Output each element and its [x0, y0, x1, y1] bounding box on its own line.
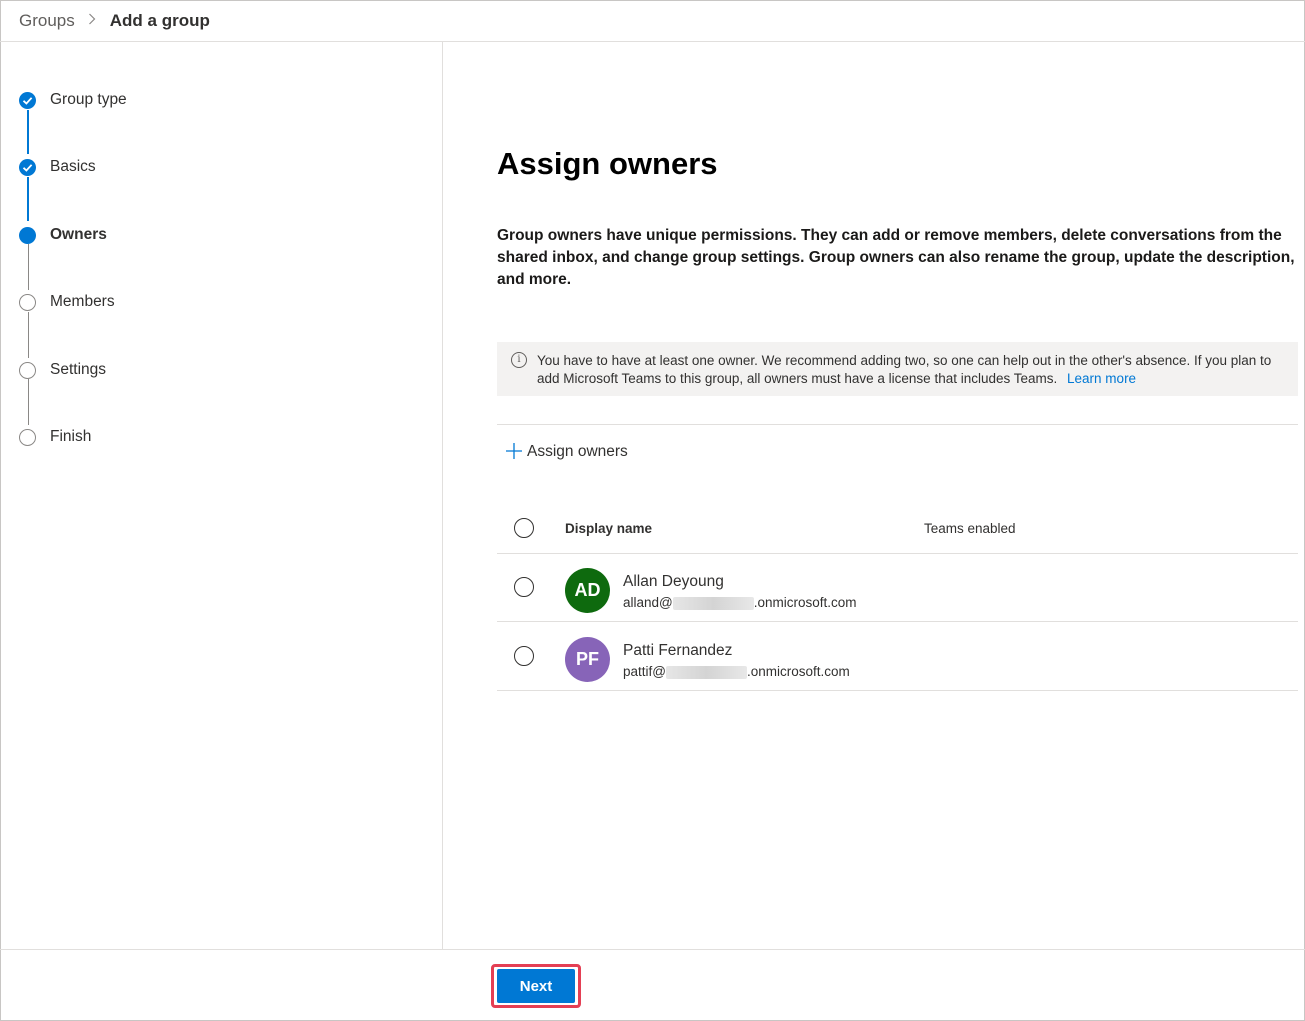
select-all-radio[interactable] — [514, 518, 534, 538]
main-content: Assign owners Group owners have unique p… — [444, 42, 1304, 949]
step-basics[interactable]: Basics — [19, 157, 96, 177]
step-label: Finish — [50, 428, 92, 445]
divider — [497, 621, 1298, 622]
step-members[interactable]: Members — [19, 292, 115, 312]
checkmark-icon — [19, 91, 36, 109]
breadcrumb: Groups Add a group — [0, 0, 1305, 42]
step-label: Members — [50, 293, 115, 310]
info-text: You have to have at least one owner. We … — [537, 353, 1272, 386]
avatar: PF — [565, 637, 610, 682]
step-connector — [28, 312, 29, 358]
chevron-right-icon — [88, 13, 96, 28]
assign-owners-label: Assign owners — [527, 443, 628, 460]
step-connector — [27, 177, 29, 221]
empty-circle-icon — [19, 361, 36, 379]
step-finish[interactable]: Finish — [19, 427, 91, 447]
checkmark-icon — [19, 158, 36, 176]
empty-circle-icon — [19, 293, 36, 311]
user-email: alland@ .onmicrosoft.com — [623, 595, 857, 610]
step-connector — [27, 110, 29, 154]
redacted-area — [665, 665, 747, 679]
step-settings[interactable]: Settings — [19, 360, 106, 380]
avatar: AD — [565, 568, 610, 613]
page-title: Assign owners — [497, 146, 718, 181]
next-button[interactable]: Next — [497, 969, 575, 1003]
learn-more-link[interactable]: Learn more — [1067, 371, 1136, 386]
step-connector — [28, 244, 29, 290]
wizard-steps: Group type Basics Owners Members Setting… — [0, 42, 443, 949]
step-label: Group type — [50, 91, 127, 108]
row-select-radio[interactable] — [514, 646, 534, 666]
empty-circle-icon — [19, 428, 36, 446]
divider — [497, 690, 1298, 691]
page-description: Group owners have unique permissions. Th… — [497, 227, 1295, 288]
step-group-type[interactable]: Group type — [19, 90, 127, 110]
step-label: Settings — [50, 361, 107, 378]
step-label: Basics — [50, 158, 96, 175]
row-select-radio[interactable] — [514, 577, 534, 597]
user-display-name: Allan Deyoung — [623, 573, 724, 590]
redacted-area — [672, 596, 754, 610]
step-connector — [28, 379, 29, 425]
breadcrumb-groups-link[interactable]: Groups — [19, 11, 75, 31]
column-header-display-name[interactable]: Display name — [565, 521, 652, 536]
footer-bar — [0, 949, 1305, 1021]
info-message-bar: i You have to have at least one owner. W… — [497, 342, 1298, 396]
info-icon: i — [511, 352, 527, 368]
plus-icon — [505, 442, 523, 462]
user-email: pattif@ .onmicrosoft.com — [623, 664, 850, 679]
step-owners[interactable]: Owners — [19, 225, 107, 245]
assign-owners-button[interactable]: Assign owners — [505, 440, 628, 464]
column-header-teams-enabled[interactable]: Teams enabled — [924, 521, 1016, 536]
divider — [497, 553, 1298, 554]
current-step-dot-icon — [19, 226, 36, 244]
divider — [497, 424, 1298, 425]
step-label: Owners — [50, 226, 107, 243]
breadcrumb-current: Add a group — [109, 10, 210, 30]
user-display-name: Patti Fernandez — [623, 642, 733, 659]
